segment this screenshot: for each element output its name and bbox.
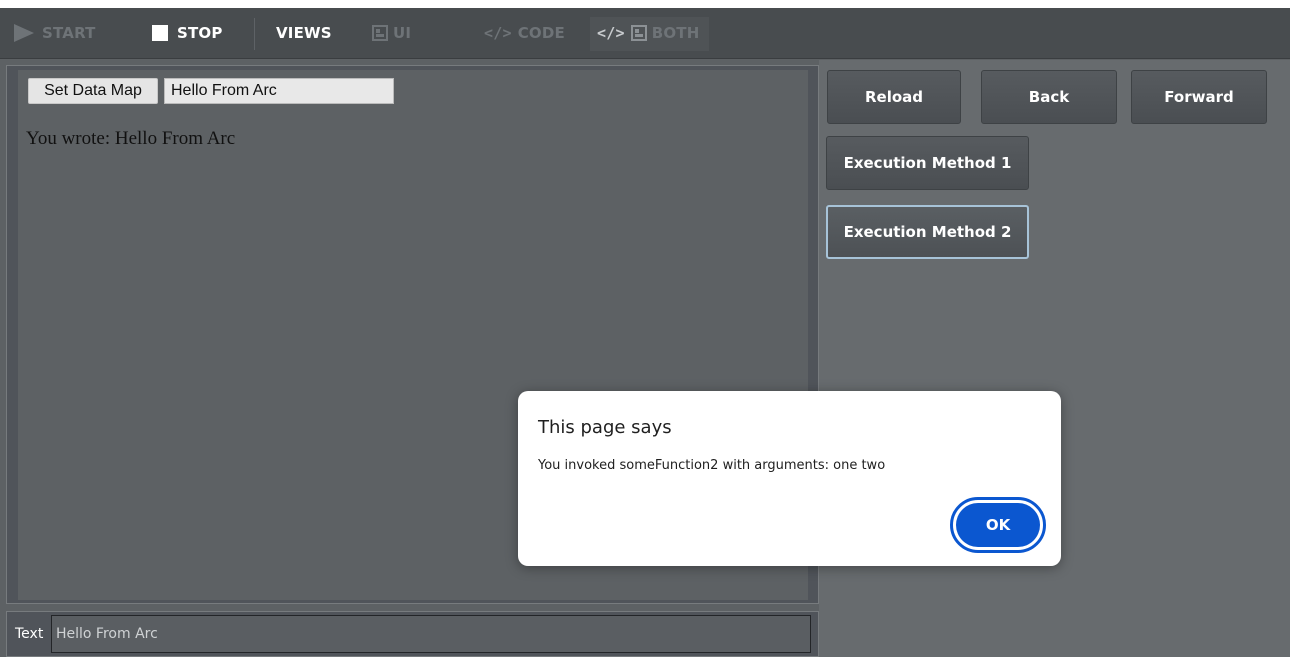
data-map-input[interactable]: Hello From Arc (164, 78, 394, 104)
stop-icon (152, 25, 168, 41)
code-label: CODE (517, 24, 565, 42)
both-view-button[interactable]: </> BOTH (597, 20, 699, 46)
dialog-title: This page says (538, 417, 672, 438)
code-view-button[interactable]: </> CODE (484, 20, 565, 46)
views-label: VIEWS (276, 24, 332, 42)
output-text: You wrote: Hello From Arc (26, 128, 236, 149)
views-button[interactable]: VIEWS (276, 20, 332, 46)
ui-view-button[interactable]: UI (372, 20, 411, 46)
execution-method-1-button[interactable]: Execution Method 1 (826, 136, 1029, 190)
play-icon (14, 24, 34, 42)
ok-button[interactable]: OK (950, 497, 1046, 553)
forward-button[interactable]: Forward (1131, 70, 1267, 124)
dialog-message: You invoked someFunction2 with arguments… (538, 458, 886, 473)
execution-method-2-button[interactable]: Execution Method 2 (826, 205, 1029, 259)
back-button[interactable]: Back (981, 70, 1117, 124)
start-label: START (42, 24, 96, 42)
toolbar-divider (254, 18, 255, 50)
ok-button-label: OK (956, 503, 1040, 547)
stop-button[interactable]: STOP (152, 20, 223, 46)
text-bar: Text Hello From Arc (6, 611, 819, 657)
text-field[interactable]: Hello From Arc (51, 615, 811, 653)
ui-layout-icon (372, 25, 388, 41)
toolbar: START STOP VIEWS UI </> CODE </> BOTH (0, 8, 1290, 59)
set-data-map-button[interactable]: Set Data Map (28, 78, 158, 104)
text-label: Text (15, 626, 44, 642)
stop-label: STOP (177, 24, 223, 42)
code-icon: </> (597, 24, 625, 42)
ui-layout-icon (630, 25, 647, 41)
start-button[interactable]: START (14, 20, 96, 46)
ui-label: UI (393, 24, 412, 42)
control-panel: Reload Back Forward Execution Method 1 E… (819, 60, 1290, 657)
code-icon: </> (484, 24, 512, 42)
alert-dialog: This page says You invoked someFunction2… (518, 391, 1061, 566)
reload-button[interactable]: Reload (827, 70, 961, 124)
both-label: BOTH (651, 24, 700, 42)
